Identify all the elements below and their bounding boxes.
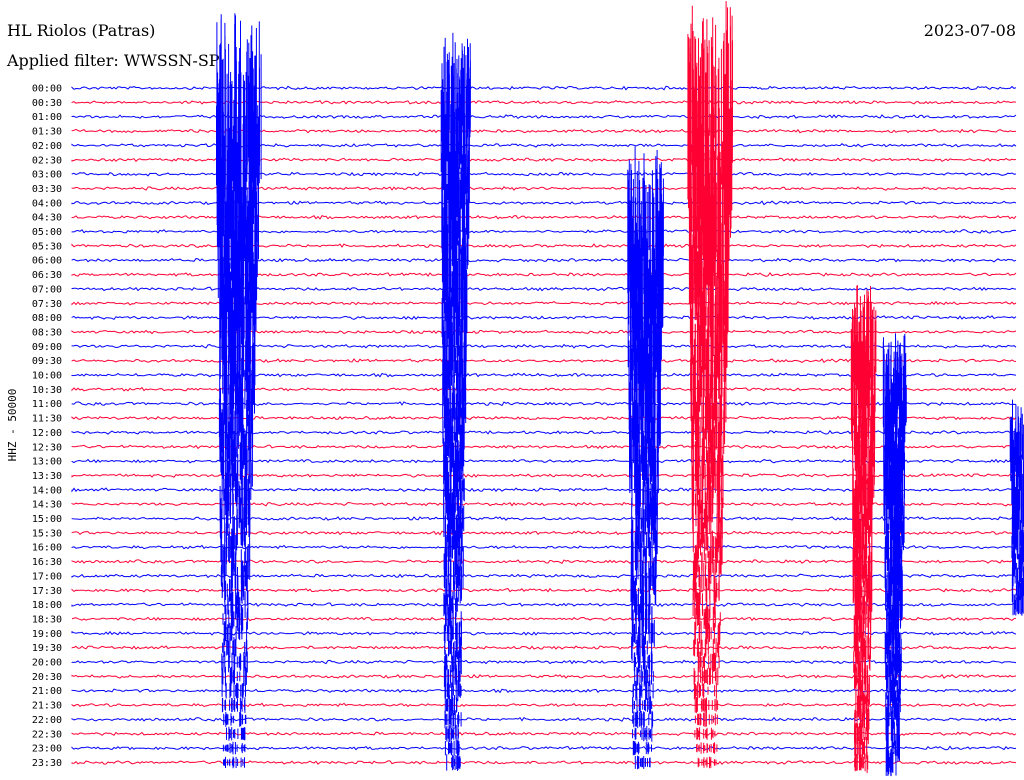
helicorder-plot: HL Riolos (Patras) 2023-07-08 Applied fi… <box>6 1 1024 777</box>
time-tick-1500: 15:00 <box>32 514 62 525</box>
seismic-event-4 <box>687 1 733 769</box>
time-tick-1400: 14:00 <box>32 485 62 496</box>
time-tick-0130: 01:30 <box>32 127 62 138</box>
trace-row-2330 <box>71 760 1017 765</box>
time-tick-2100: 21:00 <box>32 686 62 697</box>
time-tick-1200: 12:00 <box>32 428 62 439</box>
time-tick-1030: 10:30 <box>32 385 62 396</box>
time-tick-1130: 11:30 <box>32 414 62 425</box>
time-tick-0100: 01:00 <box>32 112 62 123</box>
time-tick-0300: 03:00 <box>32 170 62 181</box>
time-tick-0000: 00:00 <box>32 84 62 95</box>
trace-row-2230 <box>71 731 1017 737</box>
time-tick-1430: 14:30 <box>32 500 62 511</box>
trace-row-1900 <box>71 630 1017 636</box>
trace-row-1730 <box>71 587 1017 593</box>
trace-row-1500 <box>71 516 1017 522</box>
trace-row-1630 <box>71 558 1017 564</box>
time-tick-0330: 03:30 <box>32 184 62 195</box>
trace-row-1400 <box>71 487 1017 493</box>
time-tick-1230: 12:30 <box>32 442 62 453</box>
time-tick-0600: 06:00 <box>32 256 62 267</box>
time-tick-1630: 16:30 <box>32 557 62 568</box>
time-tick-1330: 13:30 <box>32 471 62 482</box>
time-tick-1730: 17:30 <box>32 586 62 597</box>
trace-row-0730 <box>71 300 1017 306</box>
seismic-event-1 <box>216 13 262 769</box>
trace-row-2000 <box>71 659 1017 665</box>
filter-label: Applied filter: WWSSN-SP <box>6 51 220 70</box>
time-tick-1100: 11:00 <box>32 399 62 410</box>
seismic-event-7 <box>1009 399 1024 616</box>
time-tick-1700: 17:00 <box>32 571 62 582</box>
time-tick-1000: 10:00 <box>32 371 62 382</box>
trace-row-2300 <box>71 745 1017 751</box>
time-tick-0800: 08:00 <box>32 313 62 324</box>
time-tick-2330: 23:30 <box>32 758 62 769</box>
trace-row-1930 <box>71 645 1017 650</box>
trace-row-2030 <box>71 674 1017 679</box>
time-tick-0630: 06:30 <box>32 270 62 281</box>
time-tick-2030: 20:30 <box>32 672 62 683</box>
trace-row-1800 <box>71 602 1017 608</box>
time-tick-0530: 05:30 <box>32 241 62 252</box>
time-tick-2000: 20:00 <box>32 658 62 669</box>
trace-row-0000 <box>71 85 1017 91</box>
seismic-event-5 <box>850 285 877 774</box>
trace-row-0600 <box>71 257 1017 263</box>
trace-row-0100 <box>71 114 1017 120</box>
trace-row-2200 <box>71 716 1016 722</box>
trace-row-1600 <box>71 544 1016 550</box>
station-title: HL Riolos (Patras) <box>7 21 155 40</box>
y-axis-label: HHZ - 50000 <box>6 389 19 462</box>
trace-row-0500 <box>71 229 1017 234</box>
time-tick-0200: 02:00 <box>32 141 62 152</box>
trace-row-2130 <box>71 702 1017 708</box>
trace-row-0230 <box>71 157 1017 163</box>
trace-row-1530 <box>71 530 1017 536</box>
time-tick-0900: 09:00 <box>32 342 62 353</box>
trace-row-0330 <box>71 186 1017 191</box>
trace-row-0400 <box>71 200 1017 206</box>
time-tick-1300: 13:00 <box>32 457 62 468</box>
trace-row-0300 <box>71 171 1017 177</box>
time-tick-1600: 16:00 <box>32 543 62 554</box>
time-tick-2300: 23:00 <box>32 744 62 755</box>
trace-row-0200 <box>71 143 1017 148</box>
time-tick-labels: 00:00 00:30 01:00 01:30 02:00 02:30 03:00 03:30… <box>32 84 62 769</box>
time-tick-0700: 07:00 <box>32 284 62 295</box>
trace-row-1700 <box>71 573 1017 579</box>
time-tick-2130: 21:30 <box>32 701 62 712</box>
seismic-traces <box>71 1 1024 777</box>
trace-row-0030 <box>71 99 1017 105</box>
time-tick-1800: 18:00 <box>32 600 62 611</box>
time-tick-0400: 04:00 <box>32 198 62 209</box>
time-tick-0430: 04:30 <box>32 213 62 224</box>
trace-row-0530 <box>71 243 1017 249</box>
trace-row-2100 <box>71 688 1017 694</box>
date-label: 2023-07-08 <box>924 21 1016 40</box>
trace-row-0130 <box>71 128 1017 134</box>
time-tick-0230: 02:30 <box>32 155 62 166</box>
time-tick-0830: 08:30 <box>32 327 62 338</box>
time-tick-1930: 19:30 <box>32 643 62 654</box>
time-tick-1830: 18:30 <box>32 614 62 625</box>
time-tick-1530: 15:30 <box>32 528 62 539</box>
trace-row-0430 <box>71 214 1017 220</box>
trace-row-1430 <box>71 501 1017 507</box>
time-tick-0730: 07:30 <box>32 299 62 310</box>
time-tick-1900: 19:00 <box>32 629 62 640</box>
time-tick-0930: 09:30 <box>32 356 62 367</box>
trace-row-1830 <box>71 616 1017 622</box>
seismic-event-6 <box>882 333 907 777</box>
time-tick-0030: 00:30 <box>32 98 62 109</box>
time-tick-2230: 22:30 <box>32 729 62 740</box>
trace-row-0630 <box>71 272 1017 277</box>
time-tick-0500: 05:00 <box>32 227 62 238</box>
seismic-event-3 <box>627 146 664 770</box>
trace-row-0700 <box>71 286 1017 292</box>
time-tick-2200: 22:00 <box>32 715 62 726</box>
